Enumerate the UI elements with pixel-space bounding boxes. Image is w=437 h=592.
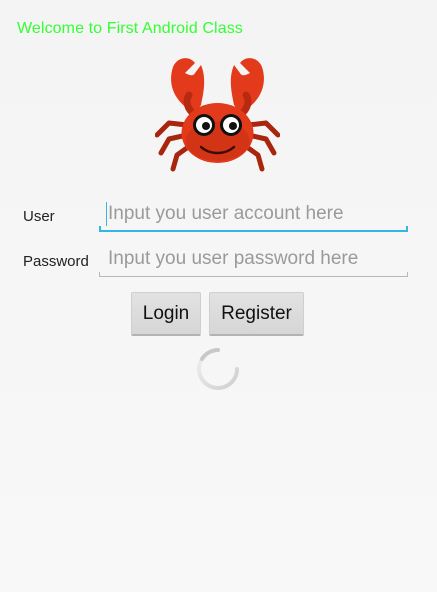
user-label: User xyxy=(23,208,55,225)
text-cursor xyxy=(106,202,107,226)
register-button[interactable]: Register xyxy=(209,292,304,336)
user-account-field[interactable] xyxy=(99,200,417,232)
login-button[interactable]: Login xyxy=(131,292,201,336)
crab-logo-icon xyxy=(155,58,280,172)
password-label: Password xyxy=(23,253,89,270)
user-account-input[interactable] xyxy=(99,200,417,228)
login-screen: Welcome to First Android Class User Pass… xyxy=(0,0,437,592)
welcome-title: Welcome to First Android Class xyxy=(17,20,243,37)
password-field[interactable] xyxy=(99,245,417,277)
progress-spinner-icon xyxy=(197,348,239,390)
password-input[interactable] xyxy=(99,245,417,273)
